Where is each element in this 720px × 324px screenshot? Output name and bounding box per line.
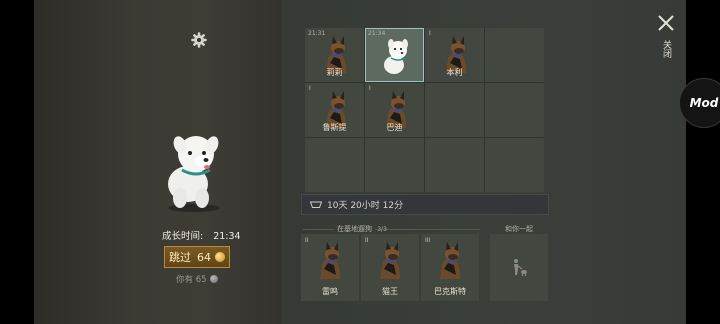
gear-icon[interactable] [190, 31, 208, 49]
dog-slot[interactable]: I 鲁斯提 [305, 83, 364, 137]
empty-slot[interactable] [365, 138, 424, 192]
base-walk-label: 在基地遛狗 3/3 [334, 224, 387, 234]
dog-name: 鲁斯提 [322, 123, 347, 132]
with-you-slot[interactable] [490, 234, 548, 301]
right-letterbox [686, 0, 720, 324]
skip-label: 跳过 [169, 251, 191, 264]
rank-badge: I [369, 85, 371, 92]
empty-slot[interactable] [305, 138, 364, 192]
dog-name: 莉莉 [326, 68, 343, 77]
bowl-icon [310, 201, 322, 208]
rank-badge: I [429, 30, 431, 37]
base-dog-slot[interactable]: II 猫王 [361, 234, 419, 301]
growth-label: 成长时间: [162, 231, 204, 242]
base-dog-slot[interactable]: III 巴克斯特 [421, 234, 479, 301]
rank-badge: II [305, 237, 309, 244]
dog-slot[interactable]: I 巴迪 [365, 83, 424, 137]
skip-cost: 64 [197, 250, 211, 264]
base-dog-slot[interactable]: II 雷鸣 [301, 234, 359, 301]
empty-slot[interactable] [485, 138, 544, 192]
puppy-image [168, 136, 220, 212]
shepherd-dog-image [320, 242, 340, 279]
coin-icon [209, 275, 218, 283]
breeding-grid: 21:31 莉莉 21:34 I 本利 I 鲁斯提 I 巴迪 [305, 28, 544, 192]
skip-button[interactable]: 跳过 64 [164, 246, 230, 268]
dog-slot[interactable]: I 本利 [425, 28, 484, 82]
empty-slot[interactable] [485, 28, 544, 82]
rank-badge: II [365, 237, 369, 244]
coin-icon [215, 252, 225, 262]
dog-slot-selected[interactable]: 21:34 [365, 28, 424, 82]
dog-name: 本利 [446, 68, 463, 77]
empty-slot[interactable] [485, 83, 544, 137]
left-letterbox [0, 0, 34, 324]
walker-icon [514, 259, 527, 276]
close-label[interactable]: 关闭 [660, 40, 673, 58]
dog-name: 猫王 [382, 287, 398, 296]
dog-slot[interactable]: 21:31 莉莉 [305, 28, 364, 82]
shepherd-dog-image [380, 242, 400, 279]
base-walk-count: 3/3 [377, 226, 387, 233]
empty-slot[interactable] [425, 83, 484, 137]
growth-value: 21:34 [213, 231, 241, 242]
white-puppy-image [384, 39, 408, 74]
rank-badge: I [309, 85, 311, 92]
feed-timer-text: 10天 20小时 12分 [327, 201, 404, 211]
section-divider [303, 229, 480, 230]
with-you-label: 和你一起 [505, 225, 533, 233]
currency-balance: 你有 65 [176, 273, 218, 285]
base-walk-title: 在基地遛狗 [334, 225, 375, 233]
dog-name: 巴克斯特 [434, 287, 466, 296]
dog-name: 雷鸣 [322, 287, 338, 296]
empty-slot[interactable] [425, 138, 484, 192]
rank-badge: III [425, 237, 431, 244]
feed-timer-bar: 10天 20小时 12分 [301, 194, 549, 215]
dog-name: 巴迪 [386, 123, 403, 132]
close-icon[interactable] [656, 13, 676, 33]
balance-text: 你有 65 [176, 275, 207, 285]
growth-time: 成长时间: 21:34 [162, 228, 241, 242]
shepherd-dog-image [440, 242, 460, 279]
